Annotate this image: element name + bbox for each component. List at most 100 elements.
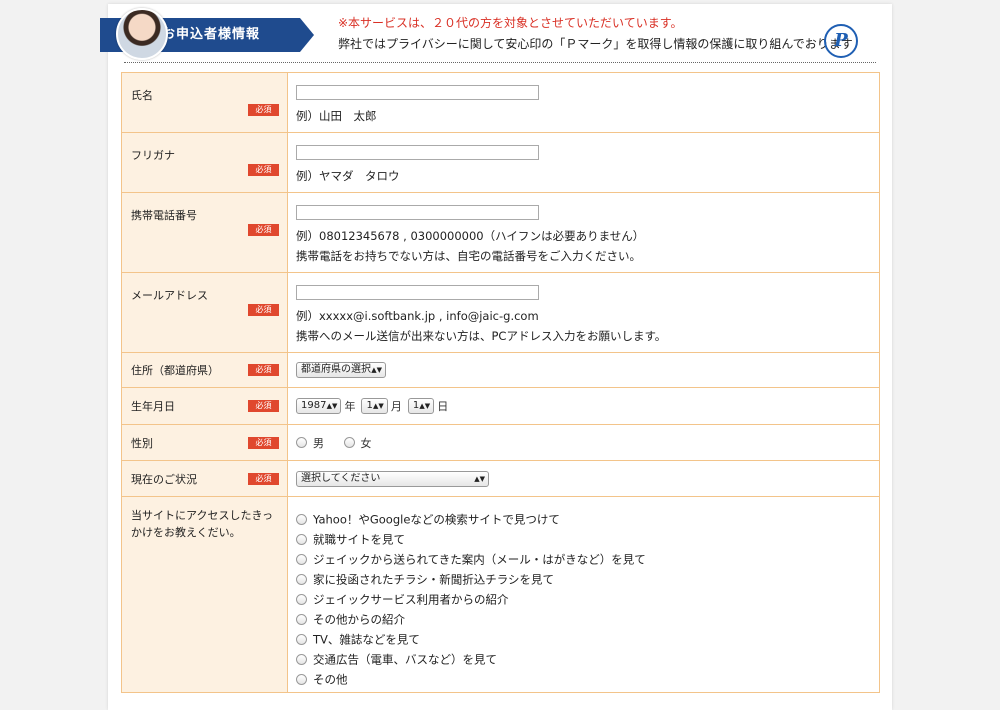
radio-button[interactable] [296,574,307,585]
birth-day-select[interactable]: 1 ▲▼ [407,398,435,414]
field-input-cell: 選択してください ▲▼ [287,460,880,497]
radio-label: ジェイックから送られてきた案内（メール・はがきなど）を見て [313,552,646,567]
field-label: フリガナ [131,149,175,162]
form-page: お申込者様情報 ※本サービスは、２０代の方を対象とさせていただいています。 弊社… [100,4,892,710]
form-row-birthdate: 生年月日 必須 1987 ▲▼ 年 1 ▲▼ 月 1 ▲▼ 日 [121,387,880,425]
form-row-prefecture: 住所（都道府県） 必須 都道府県の選択 ▲▼ [121,352,880,388]
furigana-hint: 例）ヤマダ タロウ [296,169,400,183]
radio-button[interactable] [296,674,307,685]
field-input-cell: 1987 ▲▼ 年 1 ▲▼ 月 1 ▲▼ 日 [287,387,880,425]
radio-label: TV、雑誌などを見て [313,632,420,647]
source-options-cell: Yahoo！やGoogleなどの検索サイトで見つけて 就職サイトを見て ジェイッ… [287,496,880,693]
application-form-table: 氏名 必須 例）山田 太郎 フリガナ 必須 例）ヤマダ タロウ 携帯電話番号 必 [121,72,880,693]
source-option[interactable]: その他 [296,669,871,689]
birth-day-value: 1 [412,400,420,411]
select-arrows-icon: ▲▼ [373,402,384,410]
day-unit: 日 [437,400,449,413]
radio-button[interactable] [296,634,307,645]
field-label: 当サイトにアクセスしたきっかけをお教えくだい。 [131,509,274,539]
field-label-cell: 現在のご状況 必須 [121,460,288,497]
field-label-cell: 性別 必須 [121,424,288,461]
email-hint-example: 例）xxxxx@i.softbank.jp , info@jaic-g.com [296,309,539,323]
radio-label: その他 [313,672,348,687]
select-arrows-icon: ▲▼ [371,366,382,374]
source-option[interactable]: ジェイックから送られてきた案内（メール・はがきなど）を見て [296,549,871,569]
source-option[interactable]: 交通広告（電車、バスなど）を見て [296,649,871,669]
phone-hint-example: 例）08012345678 , 0300000000（ハイフンは必要ありません） [296,229,645,243]
name-input[interactable] [296,85,539,100]
gender-option-female[interactable]: 女 [343,435,372,451]
birth-month-select[interactable]: 1 ▲▼ [361,398,388,414]
field-input-cell: 都道府県の選択 ▲▼ [287,352,880,388]
radio-label: 男 [313,436,324,450]
field-label: 生年月日 [131,400,175,413]
required-badge: 必須 [248,164,279,176]
form-row-phone: 携帯電話番号 必須 例）08012345678 , 0300000000（ハイフ… [121,192,880,273]
operator-avatar [116,8,168,60]
field-label: 現在のご状況 [131,472,197,486]
required-badge: 必須 [248,400,279,412]
radio-button[interactable] [296,437,307,448]
field-label-cell: 住所（都道府県） 必須 [121,352,288,388]
required-badge: 必須 [248,364,279,376]
birth-year-value: 1987 [301,400,327,411]
radio-button[interactable] [296,514,307,525]
privacy-notice: 弊社ではプライバシーに関して安心印の「Ｐマーク」を取得し情報の保護に取り組んでお… [338,37,853,51]
field-label: 氏名 [131,89,153,102]
field-input-cell: 男 女 [287,424,880,461]
radio-button[interactable] [343,437,355,448]
prefecture-select[interactable]: 都道府県の選択 ▲▼ [296,362,386,378]
radio-label: Yahoo！やGoogleなどの検索サイトで見つけて [313,512,560,527]
form-row-status: 現在のご状況 必須 選択してください ▲▼ [121,460,880,497]
radio-button[interactable] [296,654,307,665]
source-option[interactable]: ジェイックサービス利用者からの紹介 [296,589,871,609]
field-input-cell: 例）08012345678 , 0300000000（ハイフンは必要ありません）… [287,192,880,273]
radio-button[interactable] [296,614,307,625]
source-option[interactable]: 就職サイトを見て [296,529,871,549]
field-label: 住所（都道府県） [131,364,219,377]
form-row-furigana: フリガナ 必須 例）ヤマダ タロウ [121,132,880,193]
radio-label: 女 [360,436,372,450]
birth-year-select[interactable]: 1987 ▲▼ [296,398,342,414]
phone-input[interactable] [296,205,539,220]
field-input-cell: 例）xxxxx@i.softbank.jp , info@jaic-g.com … [287,272,880,353]
select-arrows-icon: ▲▼ [326,402,338,410]
radio-label: 家に投函されたチラシ・新聞折込チラシを見て [313,572,555,587]
radio-button[interactable] [296,554,307,565]
field-label-cell: 氏名 必須 [121,72,288,133]
field-label-cell: メールアドレス 必須 [121,272,288,353]
radio-label: 交通広告（電車、バスなど）を見て [313,652,497,667]
source-option[interactable]: その他からの紹介 [296,609,871,629]
field-label: 性別 [131,436,153,450]
field-input-cell: 例）ヤマダ タロウ [287,132,880,193]
radio-button[interactable] [296,534,307,545]
source-option[interactable]: Yahoo！やGoogleなどの検索サイトで見つけて [296,509,871,529]
radio-button[interactable] [296,594,307,605]
gender-option-male[interactable]: 男 [296,435,324,451]
status-select[interactable]: 選択してください ▲▼ [296,470,489,487]
birth-month-value: 1 [366,400,373,411]
form-row-name: 氏名 必須 例）山田 太郎 [121,72,880,133]
radio-label: 就職サイトを見て [313,532,405,547]
prefecture-selected: 都道府県の選択 [301,364,371,375]
field-label-cell: フリガナ 必須 [121,132,288,193]
select-arrows-icon: ▲▼ [419,402,431,410]
form-row-source: 当サイトにアクセスしたきっかけをお教えくだい。 Yahoo！やGoogleなどの… [121,496,880,693]
furigana-input[interactable] [296,145,539,160]
select-arrows-icon: ▲▼ [474,474,485,483]
radio-label: ジェイックサービス利用者からの紹介 [313,592,509,607]
source-option[interactable]: TV、雑誌などを見て [296,629,871,649]
form-row-gender: 性別 必須 男 女 [121,424,880,461]
field-label-cell: 生年月日 必須 [121,387,288,425]
privacy-mark-icon: P [824,24,858,58]
required-badge: 必須 [248,472,279,485]
required-badge: 必須 [248,104,279,116]
form-header: お申込者様情報 ※本サービスは、２０代の方を対象とさせていただいています。 弊社… [100,4,892,66]
name-hint: 例）山田 太郎 [296,109,377,123]
status-selected: 選択してください [301,472,381,484]
required-badge: 必須 [248,224,279,236]
field-label-cell: 携帯電話番号 必須 [121,192,288,273]
source-option[interactable]: 家に投函されたチラシ・新聞折込チラシを見て [296,569,871,589]
required-badge: 必須 [248,436,279,449]
email-input[interactable] [296,285,539,300]
